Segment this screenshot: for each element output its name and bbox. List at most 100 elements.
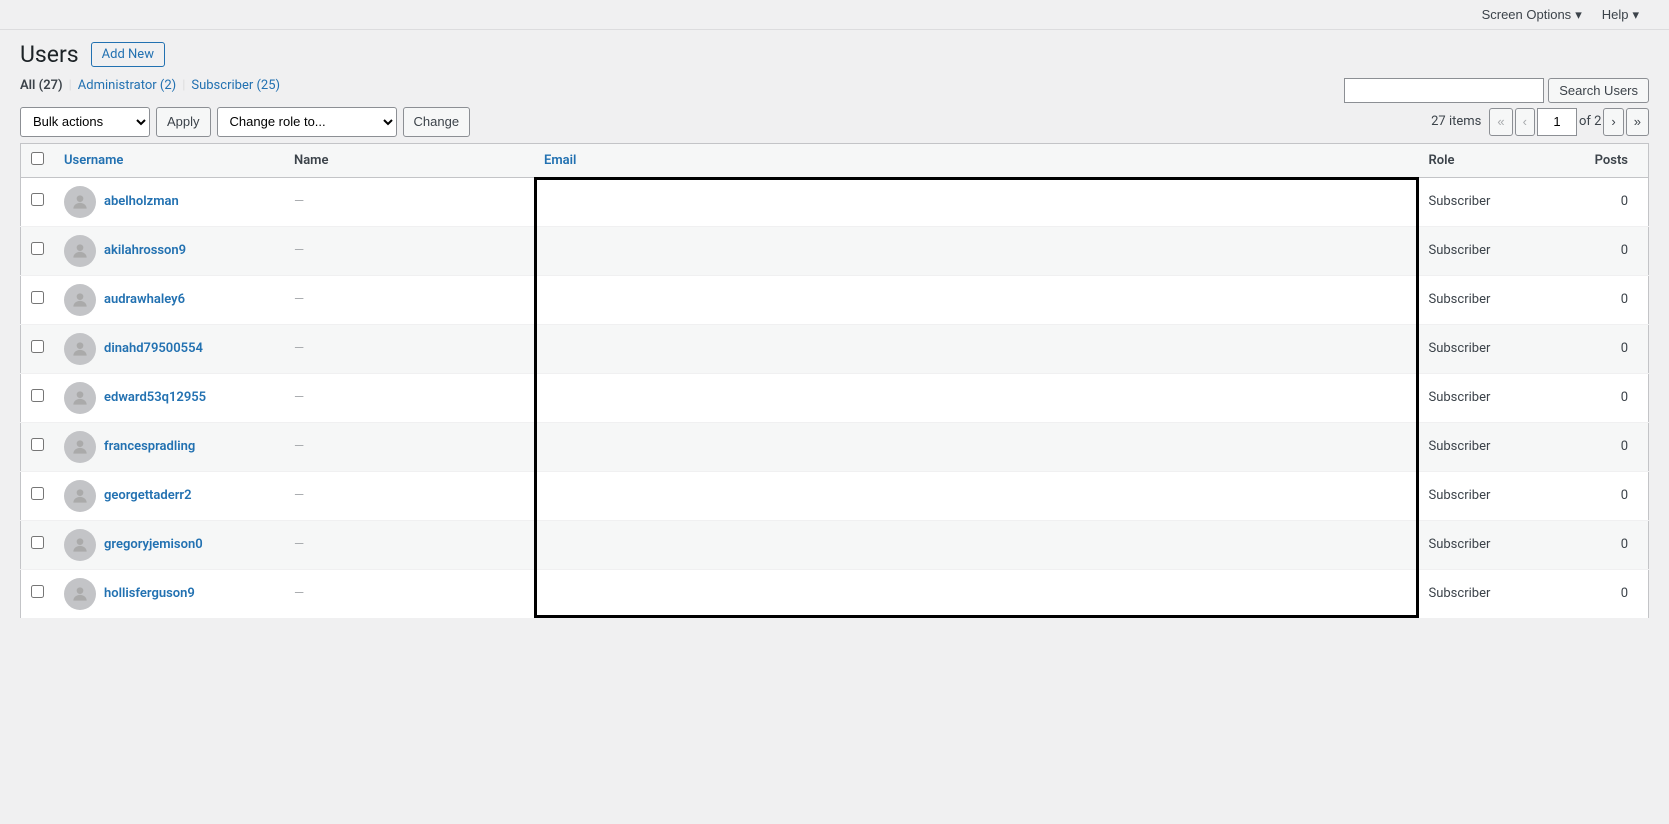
username-link[interactable]: gregoryjemison0	[104, 537, 203, 552]
row-username: hollisferguson9	[54, 569, 284, 618]
first-page-button[interactable]: «	[1489, 108, 1512, 136]
add-new-button[interactable]: Add New	[91, 42, 165, 67]
table-row: dinahd79500554 — Subscriber 0	[21, 324, 1649, 373]
row-username: georgettaderr2	[54, 471, 284, 520]
row-checkbox[interactable]	[31, 389, 44, 402]
apply-button[interactable]: Apply	[156, 107, 211, 137]
avatar-icon	[70, 241, 90, 261]
screen-options-button[interactable]: Screen Options ▾	[1472, 0, 1592, 30]
prev-page-button[interactable]: ‹	[1515, 108, 1535, 136]
col-header-email: Email	[534, 143, 1419, 177]
row-username: abelholzman	[54, 177, 284, 226]
row-name: —	[284, 520, 534, 569]
col-email-label: Email	[544, 153, 576, 168]
filter-subscriber-label: Subscriber	[191, 78, 253, 93]
row-username: audrawhaley6	[54, 275, 284, 324]
user-avatar	[64, 284, 96, 316]
page-title-row: Users Add New	[20, 40, 1649, 70]
row-cb	[21, 471, 55, 520]
row-cb	[21, 569, 55, 618]
filter-subscriber[interactable]: Subscriber (25)	[191, 78, 280, 93]
help-chevron: ▾	[1632, 7, 1639, 23]
sort-username-link[interactable]: Username	[64, 153, 123, 168]
col-header-role: Role	[1419, 143, 1569, 177]
last-page-button[interactable]: »	[1626, 108, 1649, 136]
search-row: Search Users	[1344, 78, 1649, 103]
page-number-input[interactable]	[1537, 108, 1577, 136]
sort-email-link[interactable]: Email	[544, 153, 576, 168]
col-header-name: Name	[284, 143, 534, 177]
bulk-actions-select[interactable]: Bulk actions	[20, 107, 150, 137]
table-header-row: Username Name Email Role	[21, 143, 1649, 177]
username-link[interactable]: hollisferguson9	[104, 586, 195, 601]
row-checkbox[interactable]	[31, 487, 44, 500]
user-avatar	[64, 333, 96, 365]
row-email	[534, 471, 1419, 520]
username-link[interactable]: francespradling	[104, 439, 195, 454]
pagination: « ‹ of 2 › »	[1489, 108, 1649, 136]
row-cb	[21, 226, 55, 275]
change-button[interactable]: Change	[403, 107, 471, 137]
col-role-label: Role	[1429, 153, 1455, 168]
search-input[interactable]	[1344, 78, 1544, 103]
screen-options-label: Screen Options	[1482, 7, 1572, 22]
row-checkbox[interactable]	[31, 340, 44, 353]
next-page-button[interactable]: ›	[1603, 108, 1623, 136]
avatar-icon	[70, 388, 90, 408]
row-name: —	[284, 275, 534, 324]
help-label: Help	[1602, 7, 1629, 22]
username-link[interactable]: dinahd79500554	[104, 341, 203, 356]
avatar-icon	[70, 290, 90, 310]
users-table: Username Name Email Role	[20, 143, 1649, 619]
row-checkbox[interactable]	[31, 291, 44, 304]
filter-administrator[interactable]: Administrator (2)	[78, 78, 176, 93]
row-name: —	[284, 569, 534, 618]
row-name: —	[284, 324, 534, 373]
row-posts: 0	[1569, 373, 1649, 422]
col-header-username: Username	[54, 143, 284, 177]
top-bar: Screen Options ▾ Help ▾	[0, 0, 1669, 30]
row-role: Subscriber	[1419, 373, 1569, 422]
col-username-label: Username	[64, 153, 123, 168]
table-row: akilahrosson9 — Subscriber 0	[21, 226, 1649, 275]
table-row: francespradling — Subscriber 0	[21, 422, 1649, 471]
help-button[interactable]: Help ▾	[1592, 0, 1649, 30]
avatar-icon	[70, 437, 90, 457]
row-posts: 0	[1569, 324, 1649, 373]
search-users-button[interactable]: Search Users	[1548, 78, 1649, 103]
col-header-cb	[21, 143, 55, 177]
filter-all[interactable]: All (27)	[20, 78, 63, 93]
row-email	[534, 569, 1419, 618]
change-role-select[interactable]: Change role to...	[217, 107, 397, 137]
username-link[interactable]: abelholzman	[104, 194, 179, 209]
sep2: |	[182, 78, 185, 93]
row-checkbox[interactable]	[31, 438, 44, 451]
row-posts: 0	[1569, 226, 1649, 275]
tablenav-left: Bulk actions Apply Change role to... Cha…	[20, 107, 470, 137]
row-username: gregoryjemison0	[54, 520, 284, 569]
row-role: Subscriber	[1419, 177, 1569, 226]
user-avatar	[64, 431, 96, 463]
user-avatar	[64, 235, 96, 267]
username-link[interactable]: audrawhaley6	[104, 292, 185, 307]
avatar-icon	[70, 486, 90, 506]
row-checkbox[interactable]	[31, 585, 44, 598]
row-name: —	[284, 177, 534, 226]
select-all-checkbox[interactable]	[31, 152, 44, 165]
username-link[interactable]: georgettaderr2	[104, 488, 192, 503]
filter-links: All (27) | Administrator (2) | Subscribe…	[20, 78, 280, 93]
username-link[interactable]: akilahrosson9	[104, 243, 186, 258]
row-role: Subscriber	[1419, 569, 1569, 618]
row-email	[534, 324, 1419, 373]
row-name: —	[284, 226, 534, 275]
username-link[interactable]: edward53q12955	[104, 390, 206, 405]
user-avatar	[64, 529, 96, 561]
row-email	[534, 275, 1419, 324]
row-checkbox[interactable]	[31, 536, 44, 549]
row-checkbox[interactable]	[31, 193, 44, 206]
avatar-icon	[70, 535, 90, 555]
row-role: Subscriber	[1419, 275, 1569, 324]
row-cb	[21, 520, 55, 569]
of-label: of 2	[1579, 114, 1601, 129]
row-checkbox[interactable]	[31, 242, 44, 255]
